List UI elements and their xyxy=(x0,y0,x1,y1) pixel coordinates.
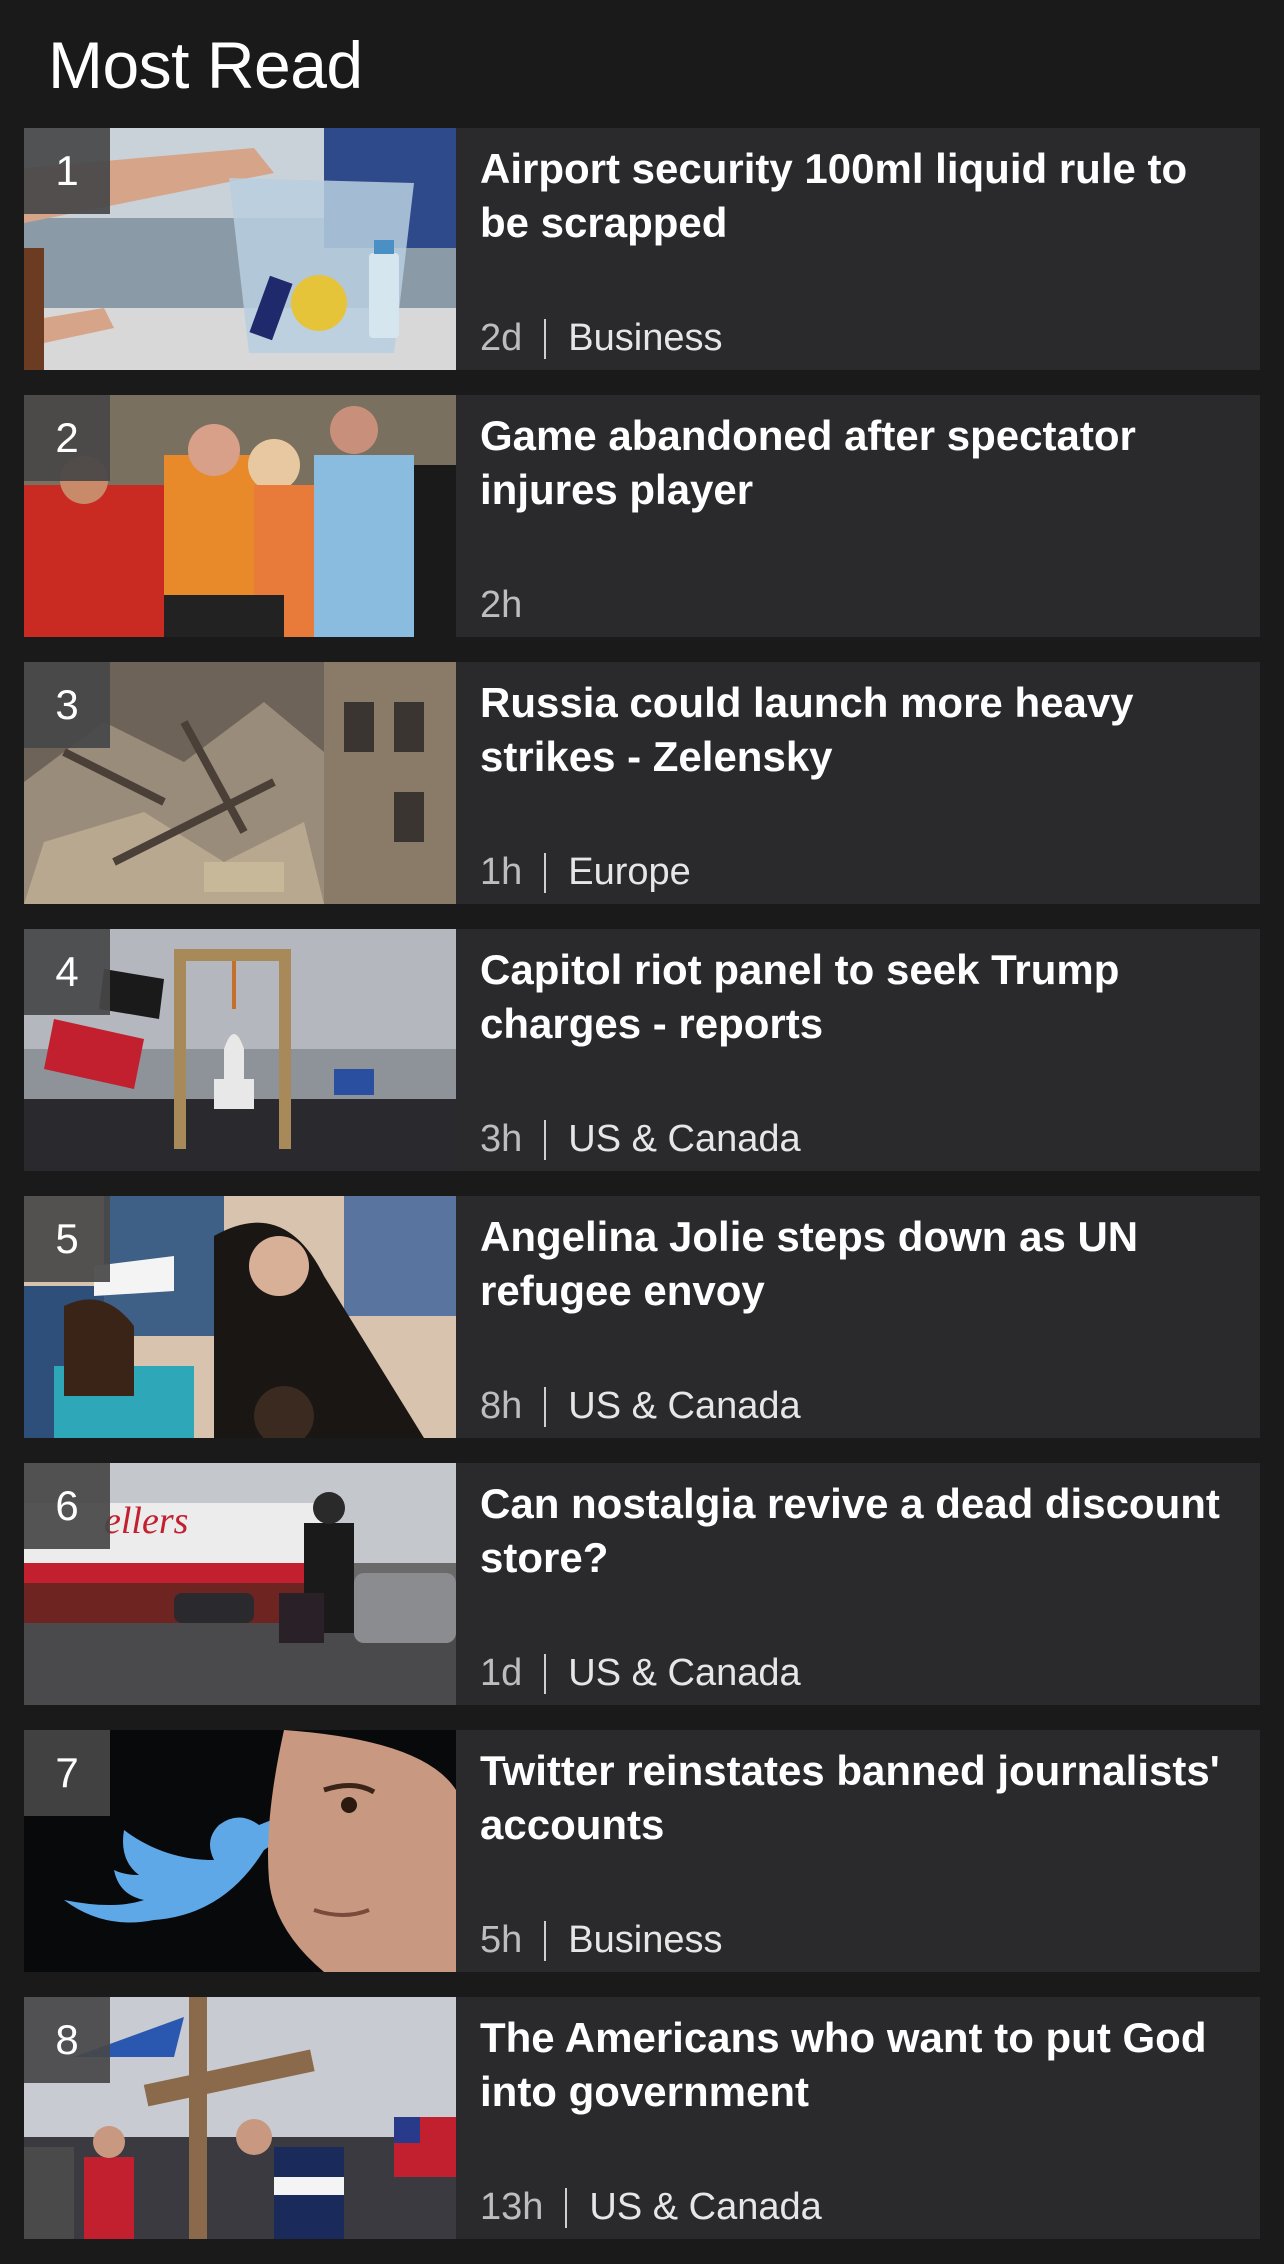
article-meta: 8h US & Canada xyxy=(480,1385,801,1428)
rank-badge: 3 xyxy=(24,662,110,748)
article-thumbnail[interactable]: 1 xyxy=(24,128,456,370)
article-thumbnail[interactable]: 2 xyxy=(24,395,456,637)
meta-divider xyxy=(544,852,547,893)
article-age: 2d xyxy=(480,317,523,359)
list-item[interactable]: 8 The Americans who want to put God into… xyxy=(24,1997,1260,2239)
meta-divider xyxy=(544,1653,547,1694)
meta-divider xyxy=(544,318,547,359)
rank-badge: 6 xyxy=(24,1463,110,1549)
article-age: 1d xyxy=(480,1652,523,1694)
article-category[interactable]: Business xyxy=(568,317,722,360)
article-age: 5h xyxy=(480,1919,523,1961)
article-category[interactable]: Europe xyxy=(568,851,691,894)
article-content: Game abandoned after spectator injures p… xyxy=(456,395,1260,637)
article-thumbnail[interactable]: 8 xyxy=(24,1997,456,2239)
article-meta: 2h xyxy=(480,584,522,627)
article-content: Airport security 100ml liquid rule to be… xyxy=(456,128,1260,370)
article-thumbnail[interactable]: 7 xyxy=(24,1730,456,1972)
article-headline[interactable]: Airport security 100ml liquid rule to be… xyxy=(480,142,1238,250)
article-category[interactable]: US & Canada xyxy=(568,1385,800,1428)
rank-badge: 4 xyxy=(24,929,110,1015)
article-headline[interactable]: The Americans who want to put God into g… xyxy=(480,2011,1238,2119)
article-category[interactable]: US & Canada xyxy=(568,1652,800,1695)
page-title: Most Read xyxy=(48,28,363,102)
list-item[interactable]: 3 Russia could launch more heavy strikes… xyxy=(24,662,1260,904)
list-item[interactable]: ellers 6 Can nostalgia revive a dead dis… xyxy=(24,1463,1260,1705)
article-headline[interactable]: Twitter reinstates banned journalists' a… xyxy=(480,1744,1238,1852)
list-item[interactable]: 5 Angelina Jolie steps down as UN refuge… xyxy=(24,1196,1260,1438)
article-content: Can nostalgia revive a dead discount sto… xyxy=(456,1463,1260,1705)
article-headline[interactable]: Can nostalgia revive a dead discount sto… xyxy=(480,1477,1238,1585)
article-category[interactable]: Business xyxy=(568,1919,722,1962)
meta-divider xyxy=(544,1119,547,1160)
rank-badge: 5 xyxy=(24,1196,110,1282)
article-headline[interactable]: Russia could launch more heavy strikes -… xyxy=(480,676,1238,784)
article-content: Twitter reinstates banned journalists' a… xyxy=(456,1730,1260,1972)
article-meta: 2d Business xyxy=(480,317,722,360)
article-thumbnail[interactable]: 5 xyxy=(24,1196,456,1438)
article-meta: 1h Europe xyxy=(480,851,691,894)
article-thumbnail[interactable]: ellers 6 xyxy=(24,1463,456,1705)
article-age: 3h xyxy=(480,1118,523,1160)
meta-divider xyxy=(565,2187,568,2228)
meta-divider xyxy=(544,1386,547,1427)
rank-badge: 8 xyxy=(24,1997,110,2083)
most-read-list: 1 Airport security 100ml liquid rule to … xyxy=(24,128,1260,2264)
article-age: 13h xyxy=(480,2186,544,2228)
article-content: The Americans who want to put God into g… xyxy=(456,1997,1260,2239)
rank-badge: 2 xyxy=(24,395,110,481)
article-meta: 5h Business xyxy=(480,1919,722,1962)
article-age: 8h xyxy=(480,1385,523,1427)
list-item[interactable]: 7 Twitter reinstates banned journalists'… xyxy=(24,1730,1260,1972)
list-item[interactable]: 2 Game abandoned after spectator injures… xyxy=(24,395,1260,637)
meta-divider xyxy=(544,1920,547,1961)
list-item[interactable]: 4 Capitol riot panel to seek Trump charg… xyxy=(24,929,1260,1171)
article-age: 1h xyxy=(480,851,523,893)
article-meta: 3h US & Canada xyxy=(480,1118,801,1161)
list-item[interactable]: 1 Airport security 100ml liquid rule to … xyxy=(24,128,1260,370)
svg-text:ellers: ellers xyxy=(104,1500,188,1542)
rank-badge: 7 xyxy=(24,1730,110,1816)
article-meta: 1d US & Canada xyxy=(480,1652,801,1695)
article-content: Angelina Jolie steps down as UN refugee … xyxy=(456,1196,1260,1438)
article-content: Capitol riot panel to seek Trump charges… xyxy=(456,929,1260,1171)
article-category[interactable]: US & Canada xyxy=(568,1118,800,1161)
article-meta: 13h US & Canada xyxy=(480,2186,822,2229)
article-thumbnail[interactable]: 4 xyxy=(24,929,456,1171)
article-category[interactable]: US & Canada xyxy=(589,2186,821,2229)
rank-badge: 1 xyxy=(24,128,110,214)
article-headline[interactable]: Angelina Jolie steps down as UN refugee … xyxy=(480,1210,1238,1318)
article-thumbnail[interactable]: 3 xyxy=(24,662,456,904)
article-headline[interactable]: Capitol riot panel to seek Trump charges… xyxy=(480,943,1238,1051)
article-headline[interactable]: Game abandoned after spectator injures p… xyxy=(480,409,1238,517)
article-content: Russia could launch more heavy strikes -… xyxy=(456,662,1260,904)
article-age: 2h xyxy=(480,584,523,626)
